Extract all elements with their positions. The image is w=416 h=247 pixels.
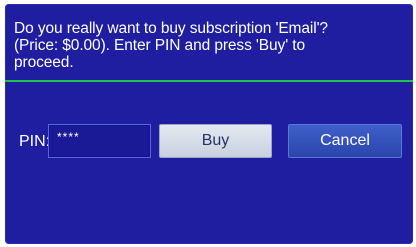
purchase-message: Do you really want to buy subscription '… <box>14 20 406 71</box>
separator-line <box>5 80 413 82</box>
message-line-3: proceed. <box>14 54 74 71</box>
buy-button[interactable]: Buy <box>159 124 272 158</box>
message-line-1: Do you really want to buy subscription '… <box>14 20 328 37</box>
cancel-button[interactable]: Cancel <box>288 124 402 158</box>
purchase-confirmation-dialog: Do you really want to buy subscription '… <box>5 4 413 244</box>
pin-label: PIN: <box>19 133 51 150</box>
message-line-2: (Price: $0.00). Enter PIN and press 'Buy… <box>14 37 305 54</box>
pin-input[interactable]: **** <box>48 124 151 158</box>
